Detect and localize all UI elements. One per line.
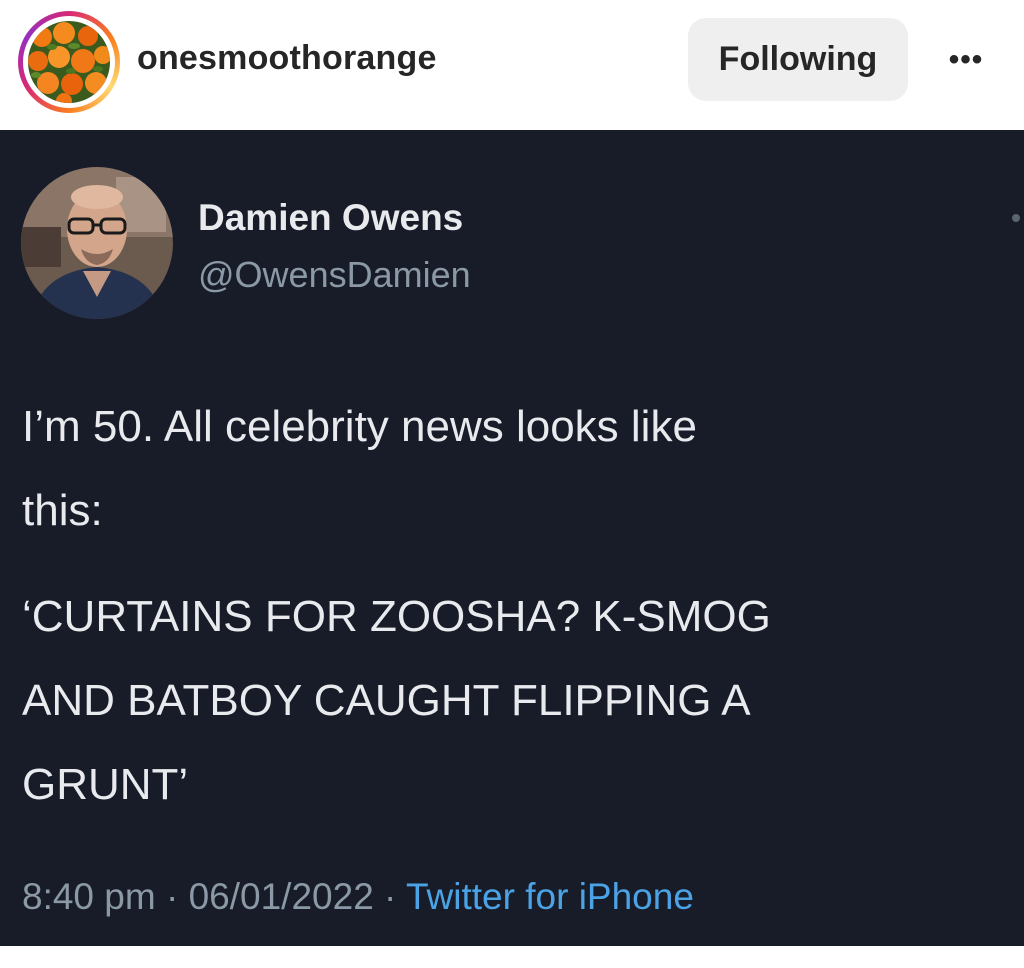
more-options-icon[interactable]: ••• — [938, 40, 994, 80]
tweet-line: ‘CURTAINS FOR ZOOSHA? K-SMOG — [22, 592, 771, 641]
post-username[interactable]: onesmoothorange — [137, 39, 437, 78]
tweet-date: 06/01/2022 — [188, 876, 374, 917]
meta-separator: · — [373, 876, 406, 917]
tweet-line: this: — [22, 486, 103, 535]
tweet-source: Twitter for iPhone — [406, 876, 694, 917]
following-button[interactable]: Following — [688, 18, 908, 101]
tweet-text: I’m 50. All celebrity news looks like th… — [22, 385, 1022, 827]
tweet-handle: @OwensDamien — [198, 254, 471, 295]
story-ring-gap — [23, 16, 115, 108]
tweet-line: I’m 50. All celebrity news looks like — [22, 402, 697, 451]
tweet-display-name: Damien Owens — [198, 197, 464, 238]
story-ring[interactable] — [18, 11, 120, 113]
author-photo-image — [21, 167, 173, 319]
oranges-avatar-image — [28, 21, 110, 103]
profile-avatar[interactable] — [28, 21, 110, 103]
tweet-time: 8:40 pm — [22, 876, 156, 917]
tweet-metadata: 8:40 pm · 06/01/2022 · Twitter for iPhon… — [22, 876, 694, 918]
tweet-author-avatar — [21, 167, 173, 319]
tweet-line: GRUNT’ — [22, 760, 189, 809]
tweet-menu-icon — [1012, 214, 1020, 222]
post-bottom-edge — [0, 946, 1024, 968]
tweet-screenshot: Damien Owens @OwensDamien I’m 50. All ce… — [0, 130, 1024, 946]
tweet-line: AND BATBOY CAUGHT FLIPPING A — [22, 676, 751, 725]
instagram-post-header: onesmoothorange Following ••• — [0, 0, 1024, 130]
meta-separator: · — [155, 876, 189, 917]
